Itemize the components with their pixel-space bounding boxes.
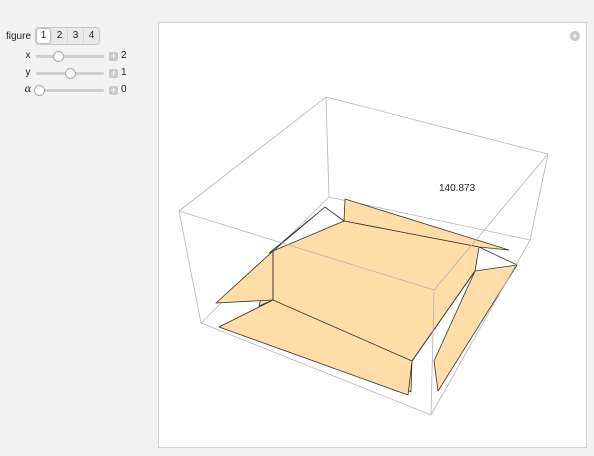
box-flap-left <box>215 250 274 304</box>
figure-segmented-control: 1 2 3 4 <box>35 27 101 45</box>
figure-selector: figure 1 2 3 4 <box>6 27 101 45</box>
volume-value-label: 140.873 <box>439 183 476 194</box>
figure-option-1[interactable]: 1 <box>36 28 53 44</box>
box-fold-line-1 <box>324 206 345 222</box>
figure-label: figure <box>6 30 32 42</box>
slider-value-y: 1 <box>121 67 127 78</box>
slider-row-x: x + 2 <box>0 49 158 65</box>
slider-value-alpha: 0 <box>121 84 127 95</box>
slider-x-plus-icon[interactable]: + <box>109 52 118 61</box>
slider-track-y[interactable] <box>36 68 104 79</box>
slider-thumb-y[interactable] <box>65 68 76 79</box>
slider-thumb-x[interactable] <box>53 51 65 62</box>
slider-label-alpha: α <box>24 84 32 95</box>
figure-option-2[interactable]: 2 <box>52 28 69 44</box>
slider-row-alpha: α + 0 <box>0 83 158 99</box>
slider-track-x[interactable] <box>36 51 104 62</box>
slider-row-y: y + 1 <box>0 66 158 82</box>
slider-label-x: x <box>25 50 31 61</box>
slider-label-y: y <box>25 67 31 78</box>
slider-track-alpha[interactable] <box>34 85 104 96</box>
bounding-box-back-edges <box>178 96 549 212</box>
figure-option-3[interactable]: 3 <box>68 28 85 44</box>
figure-option-4[interactable]: 4 <box>84 28 99 44</box>
slider-thumb-alpha[interactable] <box>34 85 46 96</box>
control-panel: figure 1 2 3 4 x + 2 y + 1 α + 0 <box>0 0 158 456</box>
bounding-box-back-vertical <box>325 96 330 198</box>
slider-alpha-plus-icon[interactable]: + <box>109 86 118 95</box>
bounding-box-right-vertical <box>529 153 549 241</box>
bounding-box-left-vertical <box>178 210 202 324</box>
plot-area[interactable]: + 140.873 <box>158 22 587 448</box>
box-fold-line-2 <box>478 246 518 266</box>
slider-value-x: 2 <box>121 50 127 61</box>
slider-y-plus-icon[interactable]: + <box>109 69 118 78</box>
box-3d-graphic: 140.873 <box>178 96 549 416</box>
